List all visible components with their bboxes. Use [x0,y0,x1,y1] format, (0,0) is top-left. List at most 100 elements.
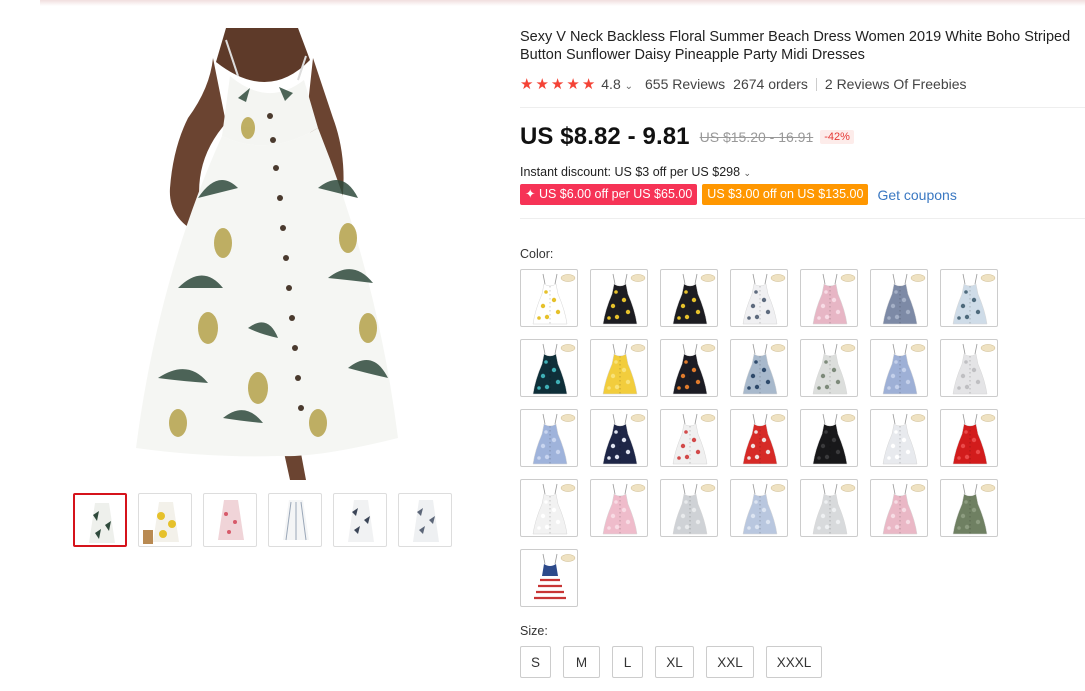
dress-thumbnail [672,273,716,325]
thumbnail-grey-leaf[interactable] [398,493,452,547]
color-swatch[interactable] [590,409,648,467]
color-swatch[interactable] [660,339,718,397]
dress-thumbnail [812,273,856,325]
current-price: US $8.82 - 9.81 [520,123,690,150]
dress-thumbnail [532,483,576,535]
dress-thumbnail [742,483,786,535]
header-shadow [40,0,1085,6]
instant-discount[interactable]: Instant discount: US $3 off per US $298 … [520,165,1080,179]
color-swatch[interactable] [940,339,998,397]
dress-thumbnail [742,273,786,325]
thumbnail-strip [73,493,452,547]
dress-thumbnail [532,343,576,395]
dress-model-illustration [136,28,398,480]
size-options: S M L XL XXL XXXL [520,646,822,678]
color-swatch[interactable] [590,479,648,537]
star-icon: ★ [520,75,534,93]
discount-badge: -42% [820,130,854,144]
color-swatch[interactable] [520,479,578,537]
divider [520,107,1085,108]
color-swatch[interactable] [940,479,998,537]
dress-thumbnail [602,413,646,465]
dress-thumbnail [742,343,786,395]
color-swatch[interactable] [800,269,858,327]
freebies-reviews-link[interactable]: 2 Reviews Of Freebies [825,76,967,92]
divider [815,77,817,91]
dress-thumbnail [812,343,856,395]
color-swatch[interactable] [870,269,928,327]
size-option-xl[interactable]: XL [655,646,694,678]
product-title: Sexy V Neck Backless Floral Summer Beach… [520,29,1071,63]
color-swatch[interactable] [870,479,928,537]
thumbnail-navy-leaf[interactable] [333,493,387,547]
color-swatch[interactable] [590,339,648,397]
divider [520,218,1085,219]
star-icon: ★ [566,75,580,93]
dress-thumbnail [533,553,576,604]
size-option-l[interactable]: L [612,646,643,678]
color-swatch[interactable] [940,409,998,467]
dress-thumbnail [812,413,856,465]
color-swatch[interactable] [870,339,928,397]
color-swatch[interactable] [800,409,858,467]
color-swatch[interactable] [800,479,858,537]
color-swatch[interactable] [590,269,648,327]
color-swatch[interactable] [940,269,998,327]
thumbnail-white-striped[interactable] [268,493,322,547]
star-icon: ★ [581,75,596,93]
dress-thumbnail [742,413,786,465]
dress-thumbnail [672,343,716,395]
color-swatch[interactable] [730,479,788,537]
color-swatch[interactable] [520,409,578,467]
rating-value: 4.8 [601,76,621,92]
main-product-image[interactable] [118,28,420,480]
price-row: US $8.82 - 9.81 US $15.20 - 16.91 -42% [520,123,1080,151]
size-option-xxxl[interactable]: XXXL [766,646,822,678]
color-swatch[interactable] [520,269,578,327]
rating-dropdown[interactable]: 4.8 ⌄ [601,76,633,92]
dress-thumbnail [532,413,576,465]
color-swatch[interactable] [520,339,578,397]
size-label: Size: [520,624,548,638]
get-coupons-link[interactable]: Get coupons [877,187,956,203]
color-swatch[interactable] [660,409,718,467]
size-option-m[interactable]: M [563,646,600,678]
dress-thumbnail [882,343,926,395]
dress-thumbnail [602,343,646,395]
color-swatch[interactable] [730,339,788,397]
size-option-s[interactable]: S [520,646,551,678]
product-info: Sexy V Neck Backless Floral Summer Beach… [520,28,1085,219]
color-swatch[interactable] [660,269,718,327]
color-swatch[interactable] [730,409,788,467]
thumbnail-yellow-sunflower[interactable] [138,493,192,547]
color-swatch-grid [520,269,998,607]
star-icon: ★ [535,75,549,93]
size-option-xxl[interactable]: XXL [706,646,754,678]
dress-thumbnail [812,483,856,535]
thumbnail-white-pineapple[interactable] [73,493,127,547]
dress-thumbnail [882,483,926,535]
original-price: US $15.20 - 16.91 [699,129,814,145]
color-swatch[interactable] [520,549,578,607]
color-swatch[interactable] [730,269,788,327]
color-label: Color: [520,247,554,261]
color-swatch[interactable] [660,479,718,537]
dress-thumbnail [532,273,576,325]
dress-thumbnail [672,413,716,465]
dress-thumbnail [952,273,996,325]
dress-thumbnail [602,483,646,535]
thumbnail-pink-floral[interactable] [203,493,257,547]
reviews-link[interactable]: 655 Reviews [645,76,725,92]
chevron-down-icon: ⌄ [624,81,634,92]
dress-thumbnail [882,413,926,465]
coupon-select-discount[interactable]: US $3.00 off on US $135.00 [702,184,869,205]
dress-thumbnail [602,273,646,325]
coupon-store-discount[interactable]: ✦ US $6.00 off per US $65.00 [520,184,698,205]
color-swatch[interactable] [800,339,858,397]
color-swatch[interactable] [870,409,928,467]
dress-thumbnail [672,483,716,535]
chevron-down-icon: ⌄ [743,168,752,178]
product-meta: ★ ★ ★ ★ ★ 4.8 ⌄ 655 Reviews 2674 orders … [520,74,1080,94]
dress-thumbnail [952,483,996,535]
instant-discount-text: Instant discount: US $3 off per US $298 [520,165,741,179]
